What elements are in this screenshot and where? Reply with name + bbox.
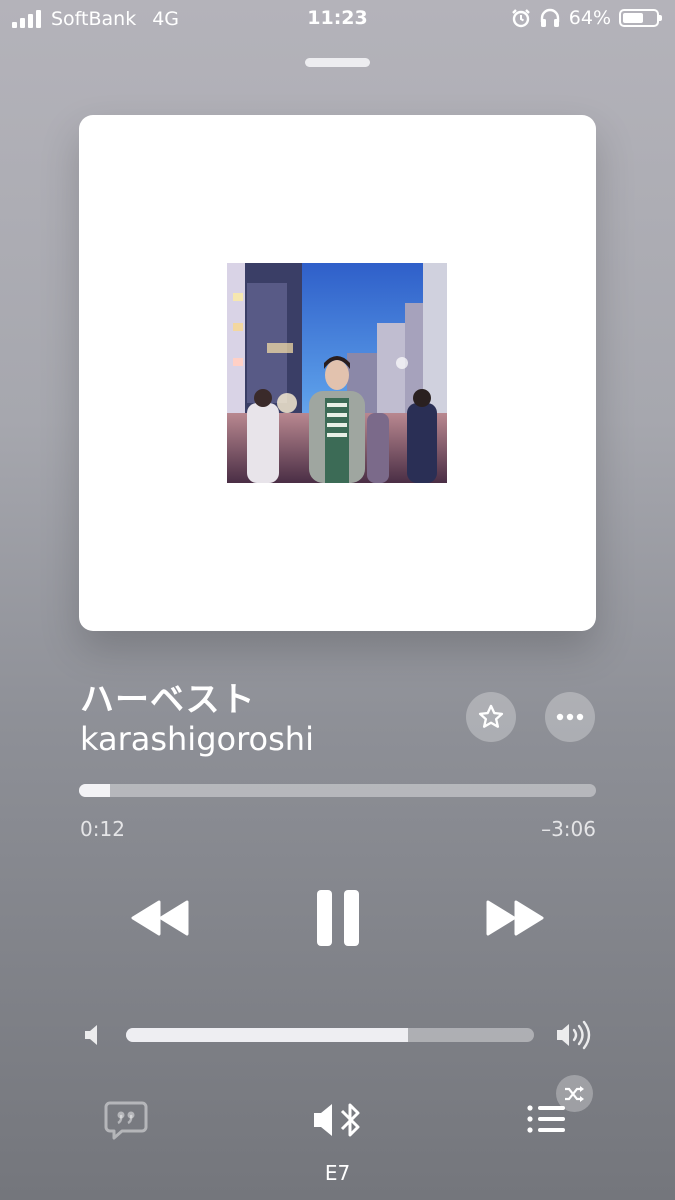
artist-name[interactable]: karashigoroshi — [80, 720, 314, 758]
remaining-time: –3:06 — [541, 817, 596, 841]
more-options-button[interactable] — [545, 692, 595, 742]
battery-icon — [619, 9, 662, 27]
battery-level — [623, 13, 644, 23]
rewind-button[interactable] — [125, 890, 195, 946]
audio-output-button[interactable] — [312, 1100, 366, 1144]
status-right: 64% — [511, 7, 662, 29]
star-icon — [478, 704, 504, 728]
shuffle-indicator — [556, 1075, 593, 1112]
lyrics-quote-icon — [104, 1101, 148, 1140]
headphones-icon — [540, 8, 559, 27]
list-icon — [527, 1105, 565, 1133]
pause-icon — [317, 890, 359, 946]
battery-percent: 64% — [568, 7, 611, 29]
shuffle-icon — [564, 1085, 584, 1102]
playback-progress-slider[interactable] — [79, 784, 596, 797]
speaker-high-icon — [557, 1020, 591, 1050]
song-title[interactable]: ハーベスト — [80, 672, 256, 721]
album-artwork — [79, 115, 596, 631]
sheet-grabber[interactable] — [305, 58, 370, 67]
volume-slider[interactable] — [126, 1028, 534, 1042]
speaker-low-icon — [85, 1025, 97, 1045]
ellipsis-icon — [556, 713, 584, 721]
favorite-button[interactable] — [466, 692, 516, 742]
rewind-icon — [131, 900, 189, 936]
playing-next-button[interactable] — [526, 1104, 566, 1140]
pause-button[interactable] — [310, 885, 366, 951]
status-bar: SoftBank 4G 11:23 64% — [0, 0, 675, 38]
elapsed-time: 0:12 — [80, 817, 125, 841]
output-device-label: E7 — [324, 1161, 351, 1185]
playback-progress-fill — [79, 784, 111, 797]
fast-forward-icon — [486, 900, 544, 936]
volume-min-button[interactable] — [83, 1023, 103, 1051]
lyrics-button[interactable] — [104, 1100, 148, 1144]
fast-forward-button[interactable] — [480, 890, 550, 946]
speaker-bluetooth-icon — [314, 1103, 360, 1137]
volume-max-button[interactable] — [555, 1020, 593, 1054]
volume-level-fill — [126, 1028, 408, 1042]
artwork-photo — [227, 263, 447, 483]
alarm-icon — [511, 9, 530, 28]
